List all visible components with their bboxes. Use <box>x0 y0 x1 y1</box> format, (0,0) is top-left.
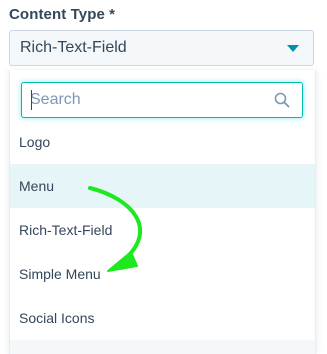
field-label: Content Type * <box>9 6 116 23</box>
selected-value: Rich-Text-Field <box>20 39 127 56</box>
option-menu[interactable]: Menu <box>10 164 315 208</box>
option-simple-menu[interactable]: Simple Menu <box>10 252 315 296</box>
content-type-field: Content Type * Rich-Text-Field Logo Menu… <box>0 0 327 354</box>
search-icon <box>274 92 290 108</box>
option-social-icons[interactable]: Social Icons <box>10 296 315 340</box>
option-rich-text-field[interactable]: Rich-Text-Field <box>10 208 315 252</box>
text-cursor <box>31 90 32 110</box>
chevron-down-icon[interactable] <box>287 45 299 52</box>
option-logo[interactable]: Logo <box>10 122 315 166</box>
dropdown-footer <box>10 340 315 354</box>
search-input[interactable] <box>30 90 260 110</box>
dropdown-menu: Logo Menu Rich-Text-Field Simple Menu So… <box>9 70 316 354</box>
content-type-select[interactable]: Rich-Text-Field <box>9 30 314 66</box>
search-box[interactable] <box>21 82 303 118</box>
